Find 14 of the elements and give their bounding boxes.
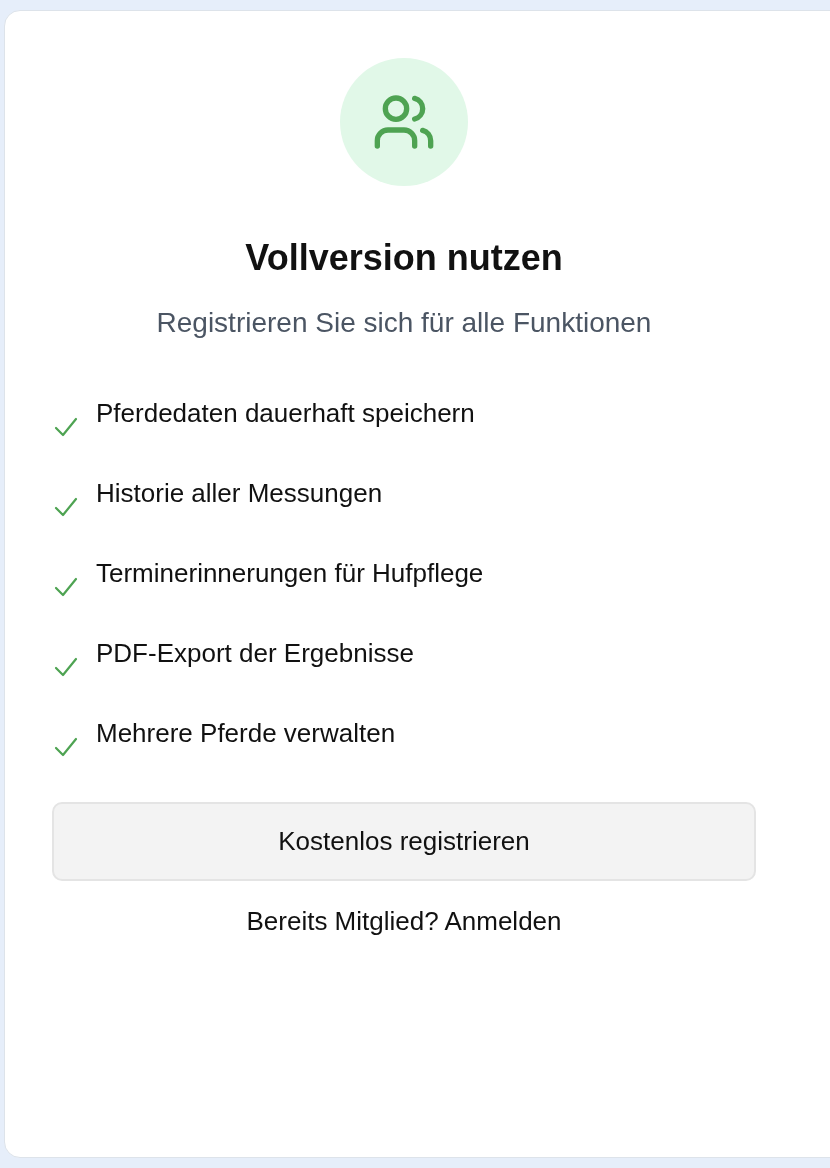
title: Vollversion nutzen — [245, 236, 563, 280]
login-link[interactable]: Bereits Mitglied? Anmelden — [246, 903, 562, 939]
check-icon — [54, 417, 78, 437]
check-icon — [54, 497, 78, 517]
feature-text: Terminerinnerungen für Hufpflege — [96, 557, 484, 590]
check-icon — [54, 657, 78, 677]
feature-text: Pferdedaten dauerhaft speichern — [96, 397, 475, 430]
subtitle: Registrieren Sie sich für alle Funktionen — [156, 306, 652, 340]
register-button[interactable]: Kostenlos registrieren — [52, 802, 756, 881]
feature-text: Mehrere Pferde verwalten — [96, 717, 396, 750]
feature-text: PDF-Export der Ergebnisse — [96, 637, 414, 670]
check-icon — [54, 577, 78, 597]
feature-text: Historie aller Messungen — [96, 477, 383, 510]
check-icon — [54, 737, 78, 757]
